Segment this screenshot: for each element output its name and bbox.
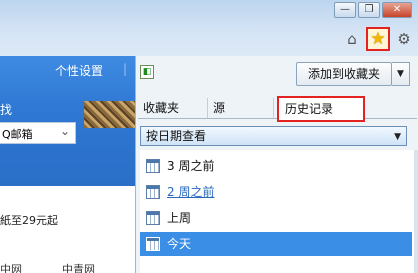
separator: | — [123, 62, 128, 76]
home-icon[interactable]: ⌂ — [342, 29, 362, 49]
scrollbar[interactable] — [414, 150, 418, 273]
favorites-center-button[interactable]: ★ — [366, 27, 390, 51]
history-item-label: 3 周之前 — [167, 159, 215, 173]
window-controls: — ❐ ✕ — [334, 2, 412, 18]
favorites-center-panel: ◧ 添加到收藏夹 ▼ 收藏夹 源 历史记录 按日期查看 ▼ 3 周之前 2 周之… — [135, 56, 418, 273]
promo-image[interactable] — [84, 101, 135, 128]
tab-favorites[interactable]: 收藏夹 — [138, 98, 208, 118]
browser-toolbar: — ❐ ✕ ⌂ ★ ⚙ — [0, 0, 418, 56]
favorites-tabs: 收藏夹 源 历史记录 — [138, 96, 417, 122]
calendar-icon — [146, 211, 160, 225]
chevron-down-icon: ⌄ — [59, 124, 70, 138]
calendar-icon — [146, 237, 160, 251]
calendar-icon — [146, 159, 160, 173]
history-item-2-weeks-ago[interactable]: 2 周之前 — [140, 180, 412, 204]
dropdown-arrow-icon: ▼ — [394, 132, 401, 142]
add-to-favorites-button[interactable]: 添加到收藏夹 — [296, 62, 392, 86]
tab-feeds[interactable]: 源 — [208, 98, 274, 118]
page-header-band: 个性设置 | 找 Q邮箱 ⌄ — [0, 56, 135, 186]
view-select-value: 按日期查看 — [146, 129, 207, 143]
close-button[interactable]: ✕ — [382, 2, 412, 18]
history-item-label: 上周 — [167, 211, 192, 225]
calendar-icon — [146, 185, 160, 199]
pin-panel-icon[interactable]: ◧ — [140, 65, 154, 79]
footer-link[interactable]: 中青网 — [62, 261, 95, 273]
history-item-3-weeks-ago[interactable]: 3 周之前 — [140, 154, 412, 178]
promo-text[interactable]: 紙至29元起 — [0, 212, 58, 228]
minimize-button[interactable]: — — [334, 2, 356, 18]
restore-button[interactable]: ❐ — [358, 2, 380, 18]
tab-history[interactable]: 历史记录 — [277, 96, 365, 122]
history-view-select[interactable]: 按日期查看 ▼ — [140, 126, 407, 146]
history-item-label: 今天 — [167, 237, 192, 251]
star-icon: ★ — [370, 29, 386, 49]
command-icons: ⌂ ★ ⚙ — [342, 27, 414, 51]
history-item-today[interactable]: 今天 — [140, 232, 412, 256]
add-to-favorites-dropdown[interactable]: ▼ — [392, 62, 410, 86]
history-item-last-week[interactable]: 上周 — [140, 206, 412, 230]
mail-select-value: Q邮箱 — [2, 128, 33, 141]
gear-icon[interactable]: ⚙ — [394, 29, 414, 49]
personal-settings-link[interactable]: 个性设置 — [55, 62, 103, 79]
web-page: 个性设置 | 找 Q邮箱 ⌄ 紙至29元起 中网 中青网 — [0, 56, 135, 273]
history-list: 3 周之前 2 周之前 上周 今天 — [140, 150, 415, 273]
partial-heading-text: 找 — [0, 103, 13, 117]
mail-select[interactable]: Q邮箱 ⌄ — [0, 122, 76, 144]
history-item-label: 2 周之前 — [167, 185, 215, 199]
footer-link[interactable]: 中网 — [0, 261, 22, 273]
